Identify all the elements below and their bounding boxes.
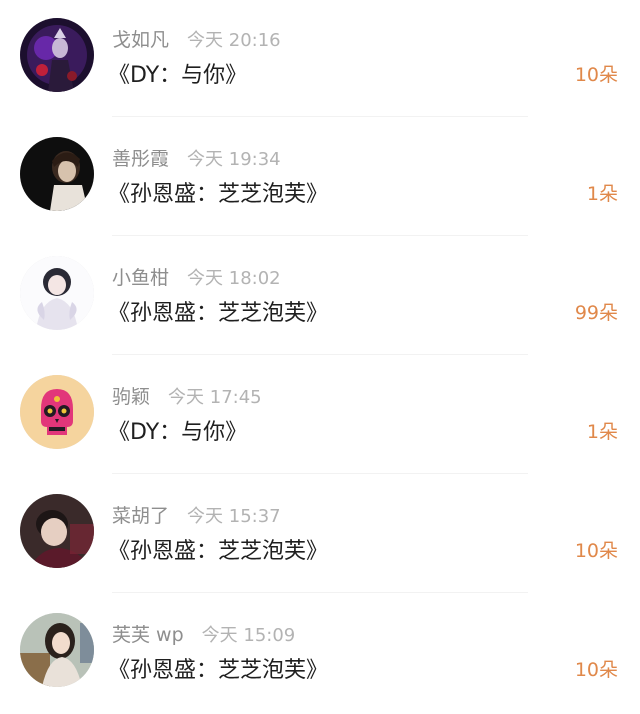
list-item[interactable]: 小鱼柑 今天 18:02 《孙恩盛：芝芝泡芙》 99朵 [0, 238, 640, 357]
divider [112, 116, 528, 117]
dark-fantasy-warrior-avatar-icon[interactable] [20, 18, 94, 92]
user-name[interactable]: 小鱼柑 [112, 263, 169, 290]
item-meta: 芙芙 wp 今天 15:09 [112, 620, 295, 648]
item-meta: 菜胡了 今天 15:37 [112, 501, 281, 529]
list-item[interactable]: 菜胡了 今天 15:37 《孙恩盛：芝芝泡芙》 10朵 [0, 476, 640, 595]
list-item[interactable]: 芙芙 wp 今天 15:09 《孙恩盛：芝芝泡芙》 10朵 [0, 595, 640, 714]
song-title[interactable]: 《孙恩盛：芝芝泡芙》 [108, 533, 328, 565]
gift-count: 10朵 [574, 659, 618, 681]
timestamp: 今天 17:45 [168, 387, 262, 408]
list-item[interactable]: 戈如凡 今天 20:16 《DY：与你》 10朵 [0, 0, 640, 119]
divider [112, 473, 528, 474]
user-name[interactable]: 善彤霞 [112, 144, 169, 171]
timestamp: 今天 15:37 [187, 506, 281, 527]
pink-sugar-skull-avatar-icon[interactable] [20, 375, 94, 449]
user-name[interactable]: 菜胡了 [112, 501, 169, 528]
gift-count: 1朵 [586, 421, 618, 443]
user-name[interactable]: 驹颖 [112, 382, 150, 409]
gift-count: 10朵 [574, 64, 618, 86]
young-man-portrait-avatar-icon[interactable] [20, 494, 94, 568]
song-title[interactable]: 《孙恩盛：芝芝泡芙》 [108, 295, 328, 327]
divider [112, 592, 528, 593]
item-meta: 驹颖 今天 17:45 [112, 382, 262, 410]
list-item[interactable]: 善彤霞 今天 19:34 《孙恩盛：芝芝泡芙》 1朵 [0, 119, 640, 238]
song-title[interactable]: 《孙恩盛：芝芝泡芙》 [108, 652, 328, 684]
user-name[interactable]: 戈如凡 [112, 25, 169, 52]
timestamp: 今天 20:16 [187, 30, 281, 51]
song-title[interactable]: 《DY：与你》 [108, 414, 247, 446]
gift-count: 1朵 [586, 183, 618, 205]
user-name[interactable]: 芙芙 wp [112, 620, 184, 647]
anime-girl-avatar-icon[interactable] [20, 256, 94, 330]
divider [112, 354, 528, 355]
gift-count: 10朵 [574, 540, 618, 562]
item-meta: 戈如凡 今天 20:16 [112, 25, 281, 53]
song-title[interactable]: 《孙恩盛：芝芝泡芙》 [108, 176, 328, 208]
item-meta: 善彤霞 今天 19:34 [112, 144, 281, 172]
item-meta: 小鱼柑 今天 18:02 [112, 263, 281, 291]
song-title[interactable]: 《DY：与你》 [108, 57, 247, 89]
dark-portrait-avatar-icon[interactable] [20, 137, 94, 211]
timestamp: 今天 19:34 [187, 149, 281, 170]
divider [112, 235, 528, 236]
timestamp: 今天 18:02 [187, 268, 281, 289]
gift-count: 99朵 [574, 302, 618, 324]
timestamp: 今天 15:09 [201, 625, 296, 646]
girl-photo-avatar-icon[interactable] [20, 613, 94, 687]
list-item[interactable]: 驹颖 今天 17:45 《DY：与你》 1朵 [0, 357, 640, 476]
